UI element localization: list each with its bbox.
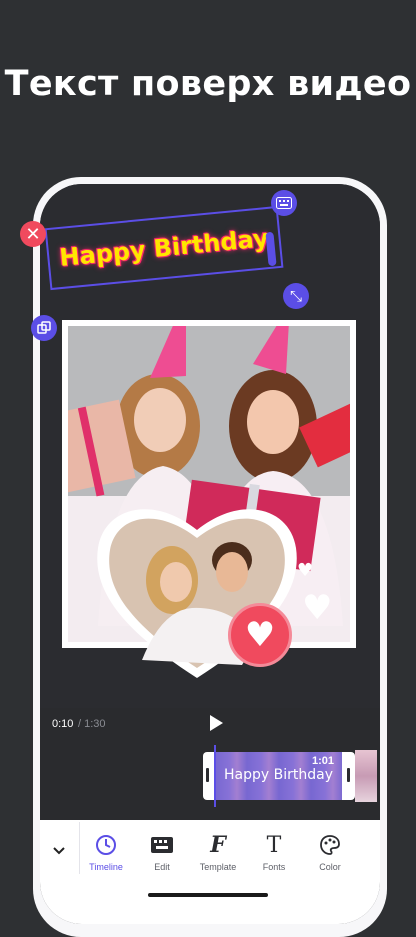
play-button[interactable]	[208, 714, 224, 732]
tool-edit[interactable]: Edit	[132, 832, 192, 872]
home-indicator	[148, 893, 268, 897]
resize-arrows-icon: ⤡	[289, 287, 302, 305]
tool-template[interactable]: F Template	[188, 832, 248, 872]
total-time: / 1:30	[78, 718, 106, 730]
keyboard-icon	[276, 197, 292, 209]
tool-color[interactable]: Color	[300, 832, 360, 872]
tool-label: Edit	[154, 862, 170, 872]
tool-label: Color	[319, 862, 341, 872]
palette-icon	[300, 832, 360, 858]
headline: Текст поверх видео	[4, 64, 412, 104]
clip-left-grip[interactable]	[206, 768, 209, 782]
tool-label: Timeline	[89, 862, 123, 872]
playhead[interactable]	[214, 745, 216, 807]
resize-rotate-button[interactable]: ⤡	[283, 283, 309, 309]
play-icon	[210, 715, 223, 731]
clip-label: Happy Birthday	[224, 767, 333, 783]
current-time: 0:10	[52, 718, 74, 730]
duplicate-icon	[37, 321, 51, 334]
tool-timeline[interactable]: Timeline	[76, 832, 136, 872]
heart-badge: ♥	[228, 603, 292, 667]
keyboard-icon	[132, 832, 192, 858]
duplicate-button[interactable]	[31, 315, 57, 341]
close-icon: ✕	[25, 223, 41, 245]
tool-label: Fonts	[262, 862, 286, 872]
tool-fonts[interactable]: T Fonts	[244, 832, 304, 873]
next-clip-thumbnail[interactable]	[355, 750, 377, 802]
delete-button[interactable]: ✕	[20, 221, 46, 247]
clip-right-grip[interactable]	[347, 768, 350, 782]
font-f-icon: F	[210, 832, 226, 858]
edit-keyboard-button[interactable]	[271, 190, 297, 216]
clock-icon	[76, 832, 136, 858]
clip-duration: 1:01	[312, 755, 335, 767]
font-t-icon: T	[266, 832, 282, 858]
heart-sticker-medium: ♥	[302, 588, 333, 628]
tool-label: Template	[199, 862, 237, 872]
chevron-down-icon	[53, 847, 65, 855]
heart-sticker-small: ♥	[297, 560, 314, 581]
collapse-button[interactable]	[50, 842, 68, 860]
